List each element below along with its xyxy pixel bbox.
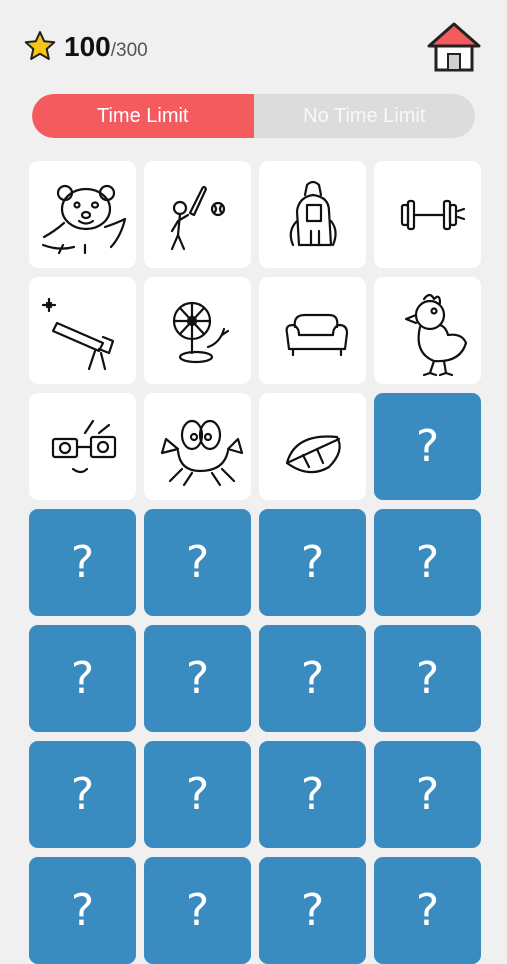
hidden-card[interactable]: ? [374,393,481,500]
revealed-card[interactable] [259,393,366,500]
revealed-card[interactable] [144,393,251,500]
question-mark: ? [70,885,95,936]
question-mark: ? [415,885,440,936]
bird-drawing-icon [404,293,468,377]
dumbbell-drawing-icon [400,199,466,231]
question-mark: ? [415,769,440,820]
hidden-card[interactable]: ? [374,625,481,732]
hidden-card[interactable]: ? [144,741,251,848]
revealed-card[interactable] [29,277,136,384]
hidden-card[interactable]: ? [259,509,366,616]
star-icon [24,31,56,60]
question-mark: ? [415,537,440,588]
telescope-drawing-icon [41,297,115,371]
fan-drawing-icon [172,301,230,364]
question-mark: ? [185,885,210,936]
revealed-card[interactable] [144,277,251,384]
revealed-card[interactable] [374,161,481,268]
mode-toggle: Time Limit No Time Limit [32,94,475,138]
question-mark: ? [300,537,325,588]
score-total: /300 [110,40,148,61]
hidden-card[interactable]: ? [259,857,366,964]
leaf-drawing-icon [285,435,341,474]
question-mark: ? [185,769,210,820]
hidden-card[interactable]: ? [259,625,366,732]
hidden-card[interactable]: ? [374,741,481,848]
question-mark: ? [300,653,325,704]
hidden-card[interactable]: ? [29,741,136,848]
hidden-card[interactable]: ? [374,509,481,616]
hidden-card[interactable]: ? [29,509,136,616]
score-display: 100/300 [64,30,148,64]
revealed-card[interactable] [374,277,481,384]
crab-drawing-icon [160,419,244,487]
backpack-drawing-icon [289,180,337,247]
revealed-card[interactable] [29,161,136,268]
home-icon[interactable] [426,20,482,74]
sofa-drawing-icon [285,313,349,357]
question-mark: ? [415,653,440,704]
revealed-card[interactable] [29,393,136,500]
header-bar: 100/300 [0,0,507,90]
question-mark: ? [300,769,325,820]
revealed-card[interactable] [259,277,366,384]
hidden-card[interactable]: ? [374,857,481,964]
question-mark: ? [185,537,210,588]
no-time-limit-tab[interactable]: No Time Limit [254,94,476,138]
hidden-card[interactable]: ? [29,857,136,964]
revealed-card[interactable] [259,161,366,268]
question-mark: ? [185,653,210,704]
bear-drawing-icon [41,184,127,255]
question-mark: ? [70,769,95,820]
baseball-player-drawing-icon [170,185,226,251]
hidden-card[interactable]: ? [259,741,366,848]
glasses-drawing-icon [51,419,117,474]
revealed-card[interactable] [144,161,251,268]
hidden-card[interactable]: ? [144,857,251,964]
hidden-card[interactable]: ? [144,509,251,616]
card-grid: ????????????????? [29,161,482,964]
question-mark: ? [300,885,325,936]
hidden-card[interactable]: ? [29,625,136,732]
question-mark: ? [415,421,440,472]
hidden-card[interactable]: ? [144,625,251,732]
score-value: 100 [64,31,111,62]
time-limit-tab[interactable]: Time Limit [32,94,254,138]
question-mark: ? [70,653,95,704]
question-mark: ? [70,537,95,588]
